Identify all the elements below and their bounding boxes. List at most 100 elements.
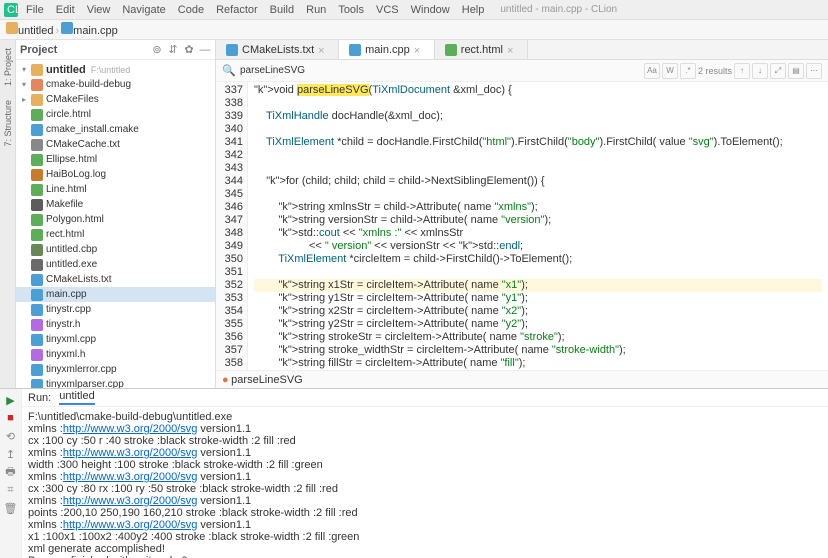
- sidetab-structure[interactable]: 7: Structure: [3, 100, 13, 147]
- url-link[interactable]: http://www.w3.org/2000/svg: [63, 519, 198, 531]
- tree-item-tinyxmlerror-cpp[interactable]: tinyxmlerror.cpp: [16, 362, 215, 377]
- rerun-icon[interactable]: ▶: [4, 393, 18, 407]
- locate-icon[interactable]: ⊚: [151, 44, 163, 56]
- run-tab[interactable]: untitled: [59, 390, 94, 405]
- run-output[interactable]: F:\untitled\cmake-build-debug\untitled.e…: [22, 407, 828, 558]
- print-icon[interactable]: 🖶: [4, 465, 18, 479]
- editor-breadcrumb: ● parseLineSVG: [216, 370, 828, 388]
- code-line-340[interactable]: [254, 123, 822, 136]
- menu-view[interactable]: View: [81, 2, 117, 18]
- tree-item-untitled-exe[interactable]: untitled.exe: [16, 257, 215, 272]
- code-line-355[interactable]: "k">string y2Str = circleItem->Attribute…: [254, 318, 822, 331]
- prev-match[interactable]: ↑: [734, 63, 750, 79]
- filter-run-icon[interactable]: ⌗: [4, 483, 18, 497]
- project-tree[interactable]: ▾untitledF:\untitled▾cmake-build-debug▸C…: [16, 60, 215, 388]
- hide-icon[interactable]: —: [199, 44, 211, 56]
- code-line-354[interactable]: "k">string x2Str = circleItem->Attribute…: [254, 305, 822, 318]
- tree-item-tinystr-h[interactable]: tinystr.h: [16, 317, 215, 332]
- settings-icon[interactable]: ✿: [183, 44, 195, 56]
- tree-item-Polygon-html[interactable]: Polygon.html: [16, 212, 215, 227]
- more-icon[interactable]: ⋯: [806, 63, 822, 79]
- code-line-345[interactable]: [254, 188, 822, 201]
- code-line-343[interactable]: [254, 162, 822, 175]
- close-icon[interactable]: ×: [507, 45, 517, 55]
- crumb-main.cpp[interactable]: main.cpp: [73, 25, 118, 37]
- menu-file[interactable]: File: [20, 2, 50, 18]
- code-line-350[interactable]: TiXmlElement *circleItem = child->FirstC…: [254, 253, 822, 266]
- project-icon: [6, 22, 18, 34]
- menu-window[interactable]: Window: [405, 2, 456, 18]
- code-lines[interactable]: "k">void parseLineSVG(TiXmlDocument &xml…: [248, 82, 828, 370]
- code-line-351[interactable]: [254, 266, 822, 279]
- menu-run[interactable]: Run: [300, 2, 332, 18]
- menu-build[interactable]: Build: [264, 2, 300, 18]
- sidetab-project[interactable]: 1: Project: [3, 48, 13, 86]
- tree-item-tinyxml-h[interactable]: tinyxml.h: [16, 347, 215, 362]
- tree-item-main-cpp[interactable]: main.cpp: [16, 287, 215, 302]
- close-icon[interactable]: ×: [414, 45, 424, 55]
- menu-edit[interactable]: Edit: [50, 2, 81, 18]
- tree-root[interactable]: ▾untitledF:\untitled: [16, 62, 215, 77]
- tree-item-CMakeCache-txt[interactable]: CMakeCache.txt: [16, 137, 215, 152]
- url-link[interactable]: http://www.w3.org/2000/svg: [63, 423, 198, 435]
- tree-item-tinyxmlparser-cpp[interactable]: tinyxmlparser.cpp: [16, 377, 215, 388]
- regex[interactable]: .*: [680, 63, 696, 79]
- code-line-352[interactable]: "k">string x1Str = circleItem->Attribute…: [254, 279, 822, 292]
- code-line-337[interactable]: "k">void parseLineSVG(TiXmlDocument &xml…: [254, 84, 822, 97]
- run-label: Run:: [28, 392, 51, 404]
- tree-item-cmake-build-debug[interactable]: ▾cmake-build-debug: [16, 77, 215, 92]
- menu-help[interactable]: Help: [456, 2, 491, 18]
- tree-item-CMakeLists-txt[interactable]: CMakeLists.txt: [16, 272, 215, 287]
- filter-icon[interactable]: ▤: [788, 63, 804, 79]
- menu-tools[interactable]: Tools: [332, 2, 370, 18]
- tree-item-Makefile[interactable]: Makefile: [16, 197, 215, 212]
- code-line-342[interactable]: [254, 149, 822, 162]
- url-link[interactable]: http://www.w3.org/2000/svg: [63, 495, 198, 507]
- stop-icon[interactable]: ■: [4, 411, 18, 425]
- code-line-349[interactable]: << " version" << versionStr << "k">std::…: [254, 240, 822, 253]
- tree-item-tinyxml-cpp[interactable]: tinyxml.cpp: [16, 332, 215, 347]
- code-line-347[interactable]: "k">string versionStr = child->Attribute…: [254, 214, 822, 227]
- trash-icon[interactable]: 🗑: [4, 501, 18, 515]
- tree-item-CMakeFiles[interactable]: ▸CMakeFiles: [16, 92, 215, 107]
- cbp-icon: [31, 244, 43, 256]
- code-line-346[interactable]: "k">string xmlnsStr = child->Attribute( …: [254, 201, 822, 214]
- menu-code[interactable]: Code: [172, 2, 210, 18]
- tree-item-Line-html[interactable]: Line.html: [16, 182, 215, 197]
- tree-item-cmake_install-cmake[interactable]: cmake_install.cmake: [16, 122, 215, 137]
- tree-item-circle-html[interactable]: circle.html: [16, 107, 215, 122]
- tree-item-Ellipse-html[interactable]: Ellipse.html: [16, 152, 215, 167]
- tab-CMakeLists-txt[interactable]: CMakeLists.txt×: [216, 40, 339, 59]
- tree-item-rect-html[interactable]: rect.html: [16, 227, 215, 242]
- next-match[interactable]: ↓: [752, 63, 768, 79]
- tree-item-untitled-cbp[interactable]: untitled.cbp: [16, 242, 215, 257]
- find-input[interactable]: [240, 65, 400, 76]
- menu-vcs[interactable]: VCS: [370, 2, 405, 18]
- code-line-356[interactable]: "k">string strokeStr = circleItem->Attri…: [254, 331, 822, 344]
- menu-refactor[interactable]: Refactor: [210, 2, 264, 18]
- code-editor[interactable]: 3373383393403413423433443453463473483493…: [216, 82, 828, 370]
- match-case[interactable]: Aa: [644, 63, 660, 79]
- code-line-344[interactable]: "k">for (child; child; child = child->Ne…: [254, 175, 822, 188]
- code-line-357[interactable]: "k">string stroke_widthStr = circleItem-…: [254, 344, 822, 357]
- tree-item-tinystr-cpp[interactable]: tinystr.cpp: [16, 302, 215, 317]
- whole-word[interactable]: W: [662, 63, 678, 79]
- code-line-339[interactable]: TiXmlHandle docHandle(&xml_doc);: [254, 110, 822, 123]
- up-icon[interactable]: ↥: [4, 447, 18, 461]
- tab-rect-html[interactable]: rect.html×: [435, 40, 528, 59]
- tree-item-HaiBoLog-log[interactable]: HaiBoLog.log: [16, 167, 215, 182]
- tab-main-cpp[interactable]: main.cpp×: [339, 40, 435, 59]
- code-line-358[interactable]: "k">string fillStr = circleItem->Attribu…: [254, 357, 822, 370]
- code-line-338[interactable]: [254, 97, 822, 110]
- exit-icon[interactable]: ⟲: [4, 429, 18, 443]
- crumb-untitled[interactable]: untitled: [18, 25, 53, 37]
- select-all[interactable]: ⤢: [770, 63, 786, 79]
- code-line-353[interactable]: "k">string y1Str = circleItem->Attribute…: [254, 292, 822, 305]
- url-link[interactable]: http://www.w3.org/2000/svg: [63, 471, 198, 483]
- menu-navigate[interactable]: Navigate: [116, 2, 171, 18]
- url-link[interactable]: http://www.w3.org/2000/svg: [63, 447, 198, 459]
- close-icon[interactable]: ×: [318, 45, 328, 55]
- collapse-icon[interactable]: ⇵: [167, 44, 179, 56]
- code-line-341[interactable]: TiXmlElement *child = docHandle.FirstChi…: [254, 136, 822, 149]
- code-line-348[interactable]: "k">std::cout << "xmlns :" << xmlnsStr: [254, 227, 822, 240]
